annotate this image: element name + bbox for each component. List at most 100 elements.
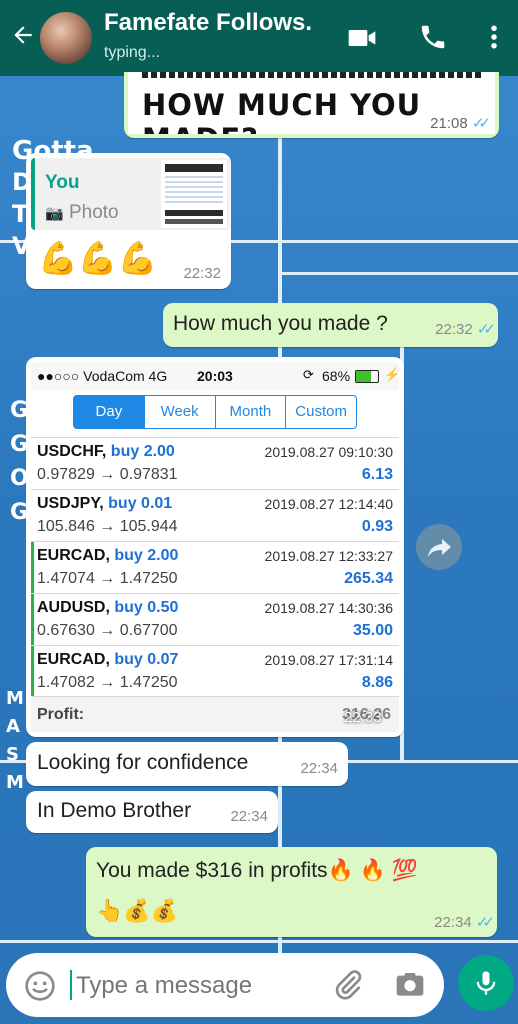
incoming-message[interactable]: In Demo Brother 22:34 xyxy=(26,791,278,833)
trade-datetime: 2019.08.27 14:30:36 xyxy=(264,600,393,616)
trade-symbol: USDCHF, buy 2.00 xyxy=(37,443,175,460)
message-time: 22:34 ✓✓ xyxy=(434,914,495,931)
double-tick-icon: ✓✓ xyxy=(471,115,491,132)
trade-profit: 35.00 xyxy=(352,622,393,639)
wallpaper-line xyxy=(282,272,518,275)
mic-button[interactable] xyxy=(458,955,514,1011)
tab-day[interactable]: Day xyxy=(74,396,145,428)
trade-datetime: 2019.08.27 17:31:14 xyxy=(264,652,393,668)
battery-icon xyxy=(355,370,379,383)
carrier-label: ●●○○○ VodaCom 4G xyxy=(37,368,168,384)
phone-status-bar: ●●○○○ VodaCom 4G 20:03 ⟳ 68% ⚡ xyxy=(31,362,399,390)
thumbnail-graphic xyxy=(165,176,223,206)
trade-row[interactable]: USDCHF, buy 2.00 0.97829 → 0.97831 2019.… xyxy=(31,437,399,489)
trade-history-screenshot[interactable]: ●●○○○ VodaCom 4G 20:03 ⟳ 68% ⚡ Day Week … xyxy=(31,362,399,732)
tab-month[interactable]: Month xyxy=(216,396,287,428)
trade-marker xyxy=(31,542,34,593)
trade-symbol: EURCAD, buy 0.07 xyxy=(37,651,179,668)
tab-week[interactable]: Week xyxy=(145,396,216,428)
thumbnail-graphic xyxy=(165,164,223,172)
message-text: In Demo Brother xyxy=(37,799,192,822)
forward-icon[interactable] xyxy=(416,524,462,570)
trade-prices: 1.47074 → 1.47250 xyxy=(37,570,178,587)
quoted-type: 📷 Photo xyxy=(45,202,119,223)
camera-icon: 📷 xyxy=(45,205,64,222)
avatar[interactable] xyxy=(40,12,92,64)
tab-custom[interactable]: Custom xyxy=(286,396,356,428)
message-text: How much you made ? xyxy=(173,312,388,335)
back-arrow-icon[interactable] xyxy=(10,22,36,53)
outgoing-message[interactable]: How much you made ? 22:32 ✓✓ xyxy=(163,303,498,347)
outgoing-message[interactable]: You made $316 in profits🔥 🔥 💯 👆💰💰 22:34 … xyxy=(86,847,497,937)
quoted-reply[interactable]: You 📷 Photo xyxy=(31,158,230,230)
message-composer xyxy=(6,953,444,1017)
trade-symbol: EURCAD, buy 2.00 xyxy=(37,547,179,564)
wallpaper-line xyxy=(0,940,518,943)
trade-row[interactable]: EURCAD, buy 2.00 1.47074 → 1.47250 2019.… xyxy=(31,541,399,593)
thumbnail-graphic xyxy=(165,219,223,224)
contact-name[interactable]: Famefate Follows. xyxy=(104,9,312,37)
trade-action: buy 0.07 xyxy=(114,651,179,668)
message-time: 22:32 xyxy=(183,265,221,282)
trade-row[interactable]: EURCAD, buy 0.07 1.47082 → 1.47250 2019.… xyxy=(31,645,399,697)
period-segmented-control: Day Week Month Custom xyxy=(73,395,357,429)
trade-symbol: USDJPY, buy 0.01 xyxy=(37,495,173,512)
chat-header: Famefate Follows. typing... xyxy=(0,0,518,76)
trade-profit: 6.13 xyxy=(361,466,393,483)
image-message[interactable]: HOW MUCH YOU MADE? 21:08 ✓✓ xyxy=(124,72,499,138)
message-time: 22:33 xyxy=(344,709,382,726)
wallpaper-graphic: M xyxy=(6,688,24,709)
emoji-icon[interactable] xyxy=(24,970,56,1007)
trade-action: buy 0.50 xyxy=(114,599,179,616)
attach-icon[interactable] xyxy=(332,969,364,1006)
image-text-fragment xyxy=(142,72,482,78)
wallpaper-graphic: A xyxy=(6,716,20,737)
double-tick-icon: ✓✓ xyxy=(475,914,495,931)
charging-icon: ⚡ xyxy=(384,367,399,382)
trade-datetime: 2019.08.27 12:33:27 xyxy=(264,548,393,564)
message-time: 22:32 ✓✓ xyxy=(435,321,496,338)
wallpaper-graphic: S xyxy=(6,744,19,765)
clock-label: 20:03 xyxy=(197,368,233,384)
typing-status: typing... xyxy=(104,44,161,61)
battery-label: 68% xyxy=(322,368,351,384)
message-text: You made $316 in profits🔥 🔥 💯 xyxy=(96,859,418,882)
double-tick-icon: ✓✓ xyxy=(476,321,496,338)
trade-marker xyxy=(31,594,34,645)
trade-prices: 0.97829 → 0.97831 xyxy=(37,466,178,483)
wallpaper-graphic: M xyxy=(6,772,24,793)
quoted-thumbnail xyxy=(161,160,227,228)
thumbnail-graphic xyxy=(165,210,223,216)
message-emoji: 👆💰💰 xyxy=(96,898,179,923)
message-text: Looking for confidence xyxy=(37,751,249,774)
message-emoji: 💪💪💪 xyxy=(38,240,158,276)
trade-datetime: 2019.08.27 09:10:30 xyxy=(264,444,393,460)
quoted-author: You xyxy=(45,172,80,193)
trade-row[interactable]: AUDUSD, buy 0.50 0.67630 → 0.67700 2019.… xyxy=(31,593,399,645)
trade-datetime: 2019.08.27 12:14:40 xyxy=(264,496,393,512)
trade-symbol: AUDUSD, buy 0.50 xyxy=(37,599,179,616)
message-time: 22:34 xyxy=(230,808,268,825)
trade-action: buy 0.01 xyxy=(108,495,173,512)
message-time: 22:34 xyxy=(300,760,338,777)
trade-prices: 0.67630 → 0.67700 xyxy=(37,622,178,639)
camera-icon[interactable] xyxy=(394,969,426,1006)
trade-row[interactable]: USDJPY, buy 0.01 105.846 → 105.944 2019.… xyxy=(31,489,399,541)
rotation-lock-icon: ⟳ xyxy=(303,367,314,382)
trade-profit: 8.86 xyxy=(361,674,393,691)
video-call-icon[interactable] xyxy=(346,22,378,59)
trade-action: buy 2.00 xyxy=(114,547,179,564)
phone-icon[interactable] xyxy=(418,22,448,57)
message-time: 21:08 ✓✓ xyxy=(430,115,491,132)
profit-label: Profit: xyxy=(37,706,85,723)
text-cursor xyxy=(70,970,72,1000)
mic-icon xyxy=(476,971,496,995)
message-input[interactable] xyxy=(74,967,318,1005)
incoming-message[interactable]: Looking for confidence 22:34 xyxy=(26,742,348,786)
trade-action: buy 2.00 xyxy=(110,443,175,460)
incoming-message[interactable]: You 📷 Photo 💪💪💪 22:32 xyxy=(26,153,231,289)
trade-prices: 1.47082 → 1.47250 xyxy=(37,674,178,691)
trade-profit: 265.34 xyxy=(344,570,393,587)
more-vert-icon[interactable] xyxy=(482,22,506,57)
trade-profit: 0.93 xyxy=(361,518,393,535)
